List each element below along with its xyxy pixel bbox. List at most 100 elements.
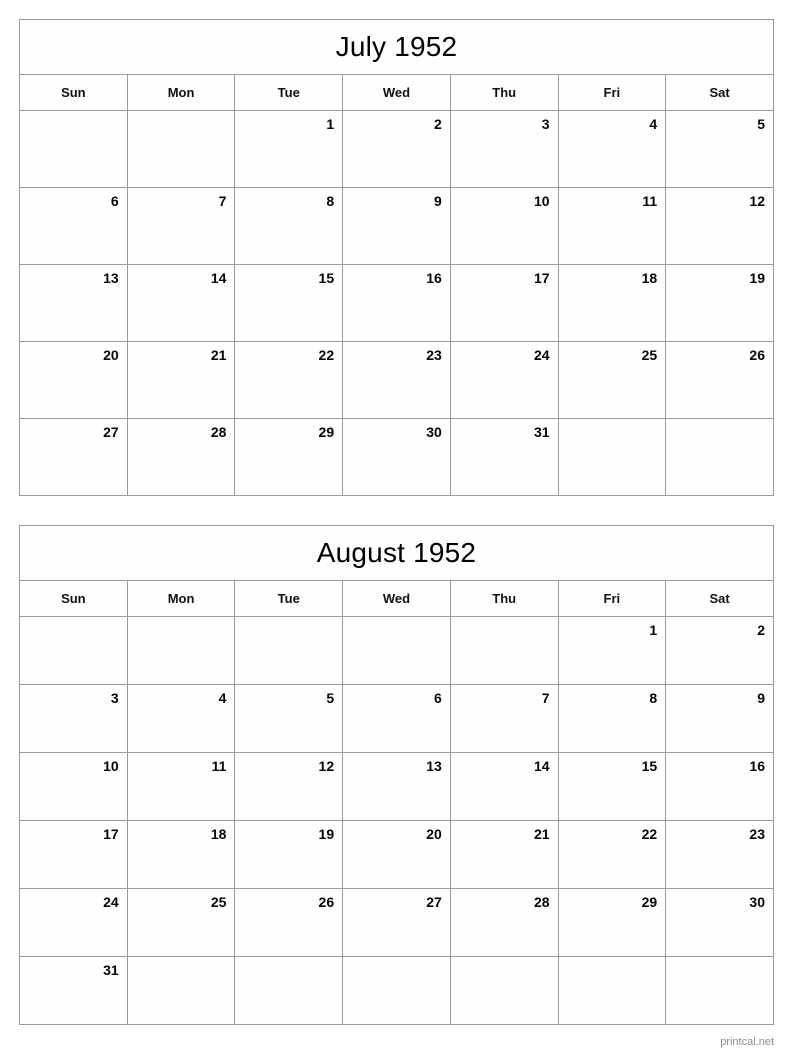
- day-cell[interactable]: 5: [665, 110, 774, 188]
- day-cell[interactable]: [234, 956, 344, 1025]
- day-cell[interactable]: 28: [126, 418, 236, 496]
- day-cell[interactable]: 22: [557, 820, 667, 889]
- day-cell[interactable]: 15: [557, 752, 667, 821]
- day-cell[interactable]: 16: [342, 264, 451, 342]
- weekday-header-sun: Sun: [19, 580, 128, 617]
- day-cell[interactable]: 10: [449, 187, 559, 265]
- day-cell[interactable]: 30: [665, 888, 774, 957]
- weekday-header-sat: Sat: [665, 580, 774, 617]
- weekday-label: Mon: [167, 591, 195, 606]
- day-cell[interactable]: 7: [126, 187, 236, 265]
- day-cell[interactable]: 15: [234, 264, 344, 342]
- day-cell[interactable]: 7: [449, 684, 559, 753]
- day-number: 20: [103, 347, 119, 363]
- day-cell[interactable]: 13: [342, 752, 451, 821]
- day-cell[interactable]: 3: [449, 110, 559, 188]
- day-cell[interactable]: 17: [449, 264, 559, 342]
- day-cell[interactable]: 18: [126, 820, 236, 889]
- day-number: 19: [318, 826, 335, 842]
- day-number: 31: [533, 424, 550, 440]
- day-cell[interactable]: 16: [665, 752, 774, 821]
- day-number: 26: [749, 347, 765, 363]
- day-cell[interactable]: [19, 616, 128, 685]
- day-cell[interactable]: [665, 418, 774, 496]
- day-cell[interactable]: 1: [557, 616, 667, 685]
- day-number: 21: [533, 826, 550, 842]
- day-cell[interactable]: 19: [665, 264, 774, 342]
- day-cell[interactable]: 24: [449, 341, 559, 419]
- day-cell[interactable]: [449, 616, 559, 685]
- day-cell[interactable]: 23: [665, 820, 774, 889]
- day-cell[interactable]: 20: [19, 341, 128, 419]
- day-cell[interactable]: 21: [449, 820, 559, 889]
- day-cell[interactable]: 2: [665, 616, 774, 685]
- day-cell[interactable]: 2: [342, 110, 451, 188]
- month-grid-august: 1 2 3 4 5 6 7 8 9 10 11 12 13 14 15 16 1…: [19, 616, 774, 1025]
- day-number: 7: [541, 690, 550, 706]
- day-cell[interactable]: [126, 110, 236, 188]
- day-cell[interactable]: 27: [19, 418, 128, 496]
- day-cell[interactable]: 27: [342, 888, 451, 957]
- day-cell[interactable]: 8: [557, 684, 667, 753]
- day-cell[interactable]: [665, 956, 774, 1025]
- day-cell[interactable]: [19, 110, 128, 188]
- day-cell[interactable]: 4: [557, 110, 667, 188]
- day-cell[interactable]: 20: [342, 820, 451, 889]
- day-cell[interactable]: 9: [342, 187, 451, 265]
- day-cell[interactable]: 5: [234, 684, 344, 753]
- day-cell[interactable]: 23: [342, 341, 451, 419]
- day-cell[interactable]: 10: [19, 752, 128, 821]
- day-number: 3: [541, 116, 550, 132]
- day-number: 8: [649, 690, 658, 706]
- day-number: 4: [218, 690, 227, 706]
- day-cell[interactable]: 3: [19, 684, 128, 753]
- day-cell[interactable]: 25: [557, 341, 667, 419]
- day-cell[interactable]: 19: [234, 820, 344, 889]
- day-cell[interactable]: 29: [557, 888, 667, 957]
- month-title-cell: August 1952: [19, 525, 774, 581]
- day-cell[interactable]: [449, 956, 559, 1025]
- day-cell[interactable]: 17: [19, 820, 128, 889]
- day-cell[interactable]: 24: [19, 888, 128, 957]
- day-cell[interactable]: 6: [342, 684, 451, 753]
- weekday-label: Fri: [603, 591, 621, 606]
- footer: printcal.net: [720, 1032, 774, 1050]
- day-cell[interactable]: 4: [126, 684, 236, 753]
- day-cell[interactable]: 6: [19, 187, 128, 265]
- month-calendar-august: August 1952 Sun Mon Tue Wed Thu Fri Sat …: [19, 525, 774, 1025]
- day-cell[interactable]: 30: [342, 418, 451, 496]
- week-row: 20 21 22 23 24 25 26: [19, 341, 774, 419]
- day-cell[interactable]: 18: [557, 264, 667, 342]
- month-title-row: July 1952: [19, 19, 774, 75]
- day-cell[interactable]: 31: [19, 956, 128, 1025]
- day-cell[interactable]: [234, 616, 344, 685]
- day-cell[interactable]: 13: [19, 264, 128, 342]
- day-cell[interactable]: 14: [449, 752, 559, 821]
- day-cell[interactable]: 9: [665, 684, 774, 753]
- day-cell[interactable]: 11: [557, 187, 667, 265]
- day-cell[interactable]: 26: [665, 341, 774, 419]
- day-cell[interactable]: [342, 956, 451, 1025]
- day-cell[interactable]: 29: [234, 418, 344, 496]
- day-cell[interactable]: 8: [234, 187, 344, 265]
- day-cell[interactable]: 12: [234, 752, 344, 821]
- day-cell[interactable]: 14: [126, 264, 236, 342]
- day-cell[interactable]: 11: [126, 752, 236, 821]
- day-cell[interactable]: 25: [126, 888, 236, 957]
- weekday-header-tue: Tue: [234, 580, 344, 617]
- day-cell[interactable]: [557, 418, 667, 496]
- day-number: 11: [211, 758, 227, 774]
- weekday-header-wed: Wed: [342, 74, 451, 111]
- day-cell[interactable]: 28: [449, 888, 559, 957]
- day-cell[interactable]: 26: [234, 888, 344, 957]
- day-cell[interactable]: 31: [449, 418, 559, 496]
- day-cell[interactable]: 1: [234, 110, 344, 188]
- day-cell[interactable]: [126, 956, 236, 1025]
- day-cell[interactable]: [342, 616, 451, 685]
- day-number: 30: [426, 424, 442, 440]
- day-cell[interactable]: 22: [234, 341, 344, 419]
- day-cell[interactable]: [126, 616, 236, 685]
- day-cell[interactable]: 12: [665, 187, 774, 265]
- day-cell[interactable]: 21: [126, 341, 236, 419]
- day-cell[interactable]: [557, 956, 667, 1025]
